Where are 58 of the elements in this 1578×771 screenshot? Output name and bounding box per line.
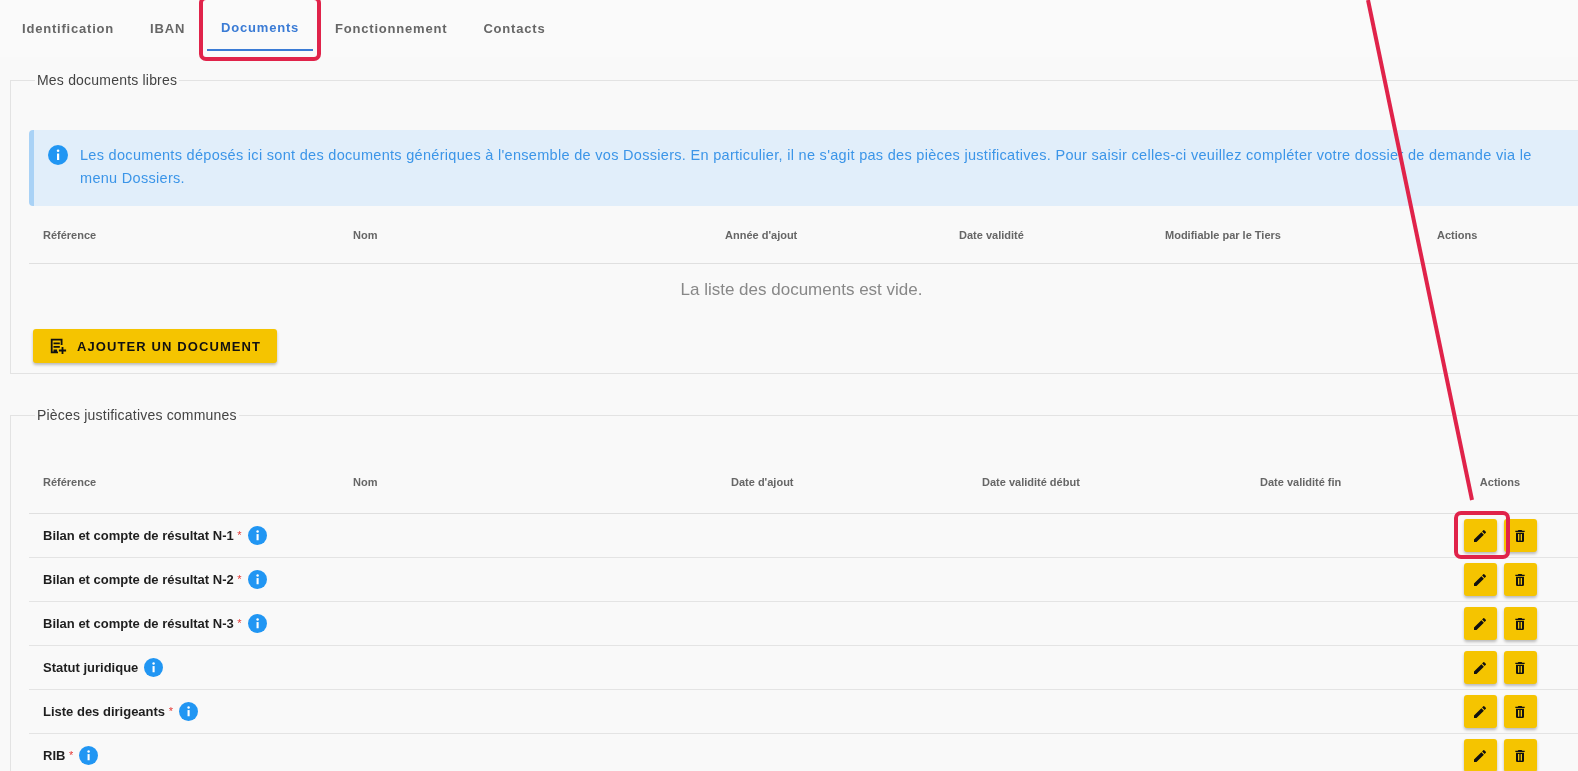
document-name: Bilan et compte de résultat N-1 $^{*}$ [43,528,242,543]
tab[interactable]: Contacts [469,7,560,50]
trash-icon [1512,527,1528,544]
edit-button[interactable] [1463,739,1497,771]
document-name: Liste des dirigeants $^{*}$ [43,704,173,719]
edit-button[interactable] [1463,695,1497,728]
column-header: Date validité début [981,476,1080,488]
add-document-button[interactable]: AJOUTER UN DOCUMENT [33,329,278,363]
edit-button[interactable] [1463,651,1497,684]
pencil-icon [1472,571,1488,588]
delete-button[interactable] [1503,651,1537,684]
column-header: Date validité [958,228,1024,241]
edit-button[interactable] [1463,563,1497,596]
info-icon[interactable] [247,526,267,545]
document-name: Bilan et compte de résultat N-3 $^{*}$ [43,616,242,631]
pencil-icon [1472,747,1488,764]
column-header: Date d'ajout [730,476,794,488]
tab[interactable]: IBAN [136,7,200,50]
info-icon[interactable] [247,570,267,589]
tab[interactable]: Fonctionnement [321,7,462,50]
trash-icon [1512,615,1528,632]
pencil-icon [1472,527,1488,544]
column-header: Nom [352,228,378,241]
empty-message: La liste des documents est vide. [680,280,923,300]
tab[interactable]: Identification [8,7,129,50]
column-header: Actions [1436,228,1478,241]
edit-button[interactable] [1463,519,1497,552]
column-header: Référence [42,476,97,488]
trash-icon [1512,659,1528,676]
delete-button[interactable] [1503,695,1537,728]
pencil-icon [1472,703,1488,720]
document-name: RIB $^{*}$ [43,748,74,763]
delete-button[interactable] [1503,563,1537,596]
section-title: Mes documents libres [36,72,179,88]
trash-icon [1512,703,1528,720]
trash-icon [1512,571,1528,588]
document-name: Bilan et compte de résultat N-2 $^{*}$ [43,572,242,587]
add-document-icon [49,337,67,355]
document-name: Statut juridique [43,660,139,675]
delete-button[interactable] [1503,739,1537,771]
column-header: Année d'ajout [724,228,798,241]
column-header: Date validité fin [1259,476,1342,488]
pencil-icon [1472,659,1488,676]
info-icon[interactable] [79,746,99,765]
column-header: Référence [42,228,97,241]
pencil-icon [1472,615,1488,632]
section-title: Pièces justificatives communes [36,407,238,423]
info-icon[interactable] [144,658,164,677]
tab[interactable]: Documents [207,6,314,51]
column-header: Nom [352,476,378,488]
column-header: Actions [1478,476,1522,488]
delete-button[interactable] [1503,607,1537,640]
column-header: Modifiable par le Tiers [1164,228,1281,241]
trash-icon [1512,747,1528,764]
edit-button[interactable] [1463,607,1497,640]
info-icon [48,145,68,165]
info-icon[interactable] [179,702,198,721]
info-icon[interactable] [247,614,267,633]
